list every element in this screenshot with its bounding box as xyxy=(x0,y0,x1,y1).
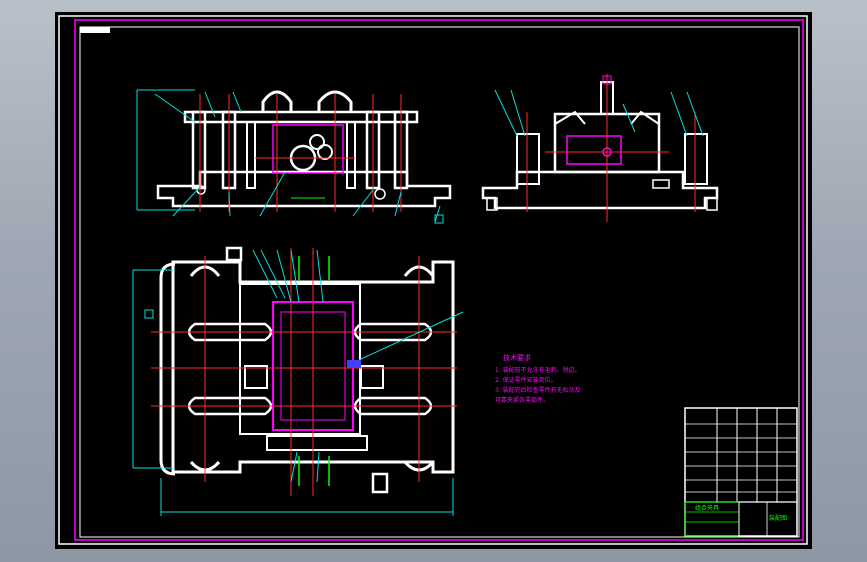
top-center-block xyxy=(239,283,361,435)
side-view xyxy=(481,74,719,222)
notes-line-4: 可靠夹紧各零部件。 xyxy=(495,396,549,404)
notes-line-2: 2. 保证零件安装到位。 xyxy=(495,376,557,384)
top-leader-f xyxy=(358,311,464,361)
top-leader-d xyxy=(290,249,300,303)
technical-notes: 技术要求 1. 装配前不允许有毛刺、锐边。 2. 保证零件安装到位。 3. 装配… xyxy=(495,353,581,404)
side-bracket-right xyxy=(630,110,660,172)
front-leader-3 xyxy=(232,91,242,113)
front-view xyxy=(136,89,452,224)
top-accent-blue xyxy=(347,360,361,368)
title-block: 组合夹具 装配图 xyxy=(684,407,798,537)
tb-subtitle: 装配图 xyxy=(769,514,787,522)
side-nut xyxy=(652,179,670,189)
front-post-b xyxy=(346,121,356,189)
front-crossbar xyxy=(183,110,419,124)
side-workpiece-outline xyxy=(566,135,622,165)
front-leader-7 xyxy=(352,189,374,217)
front-gear-small-2 xyxy=(317,144,333,160)
notes-heading: 技术要求 xyxy=(503,353,531,362)
side-clamp-right xyxy=(684,133,708,185)
top-lower-bar xyxy=(266,435,368,451)
front-leader-1 xyxy=(154,93,196,123)
top-leader-e xyxy=(316,249,324,303)
top-side-bore-left xyxy=(244,365,268,389)
top-side-bore-right xyxy=(360,365,384,389)
top-tag-left xyxy=(144,309,154,319)
side-leader-2 xyxy=(510,89,526,137)
notes-line-3: 3. 装配完后检查零件有无松动及 xyxy=(495,386,581,394)
front-post-a xyxy=(246,121,256,189)
front-leader-9 xyxy=(434,205,441,223)
front-gear-small-1 xyxy=(309,134,325,150)
top-leader-g xyxy=(290,451,298,483)
assembly-drawing: 技术要求 1. 装配前不允许有毛刺、锐边。 2. 保证零件安装到位。 3. 装配… xyxy=(58,15,808,545)
front-leader-4 xyxy=(172,186,201,217)
side-clamp-left xyxy=(516,133,540,185)
inner-frame xyxy=(74,19,804,541)
corner-mark xyxy=(80,27,110,33)
cad-viewport[interactable]: 技术要求 1. 装配前不允许有毛刺、锐边。 2. 保证零件安装到位。 3. 装配… xyxy=(55,12,812,549)
side-foot-right xyxy=(706,197,718,211)
front-leader-6 xyxy=(259,171,286,217)
side-leader-1 xyxy=(494,89,518,137)
side-bracket-left xyxy=(554,110,586,172)
front-leader-5 xyxy=(228,191,231,217)
side-base-plate xyxy=(481,170,719,210)
tb-title-cell xyxy=(738,501,798,537)
top-lug-top xyxy=(225,246,243,262)
top-leader-h xyxy=(316,451,320,483)
side-leader-5 xyxy=(622,103,636,133)
top-lug-bottom xyxy=(371,472,389,494)
front-leader-8 xyxy=(394,191,402,217)
top-view xyxy=(132,246,464,516)
side-leader-3 xyxy=(670,91,688,137)
front-workpiece-outline xyxy=(272,124,344,174)
front-bolt-right xyxy=(374,188,386,200)
tb-drawing-title: 组合夹具 xyxy=(695,504,719,512)
notes-line-1: 1. 装配前不允许有毛刺、锐边。 xyxy=(495,366,581,374)
top-leader-c xyxy=(276,249,292,303)
